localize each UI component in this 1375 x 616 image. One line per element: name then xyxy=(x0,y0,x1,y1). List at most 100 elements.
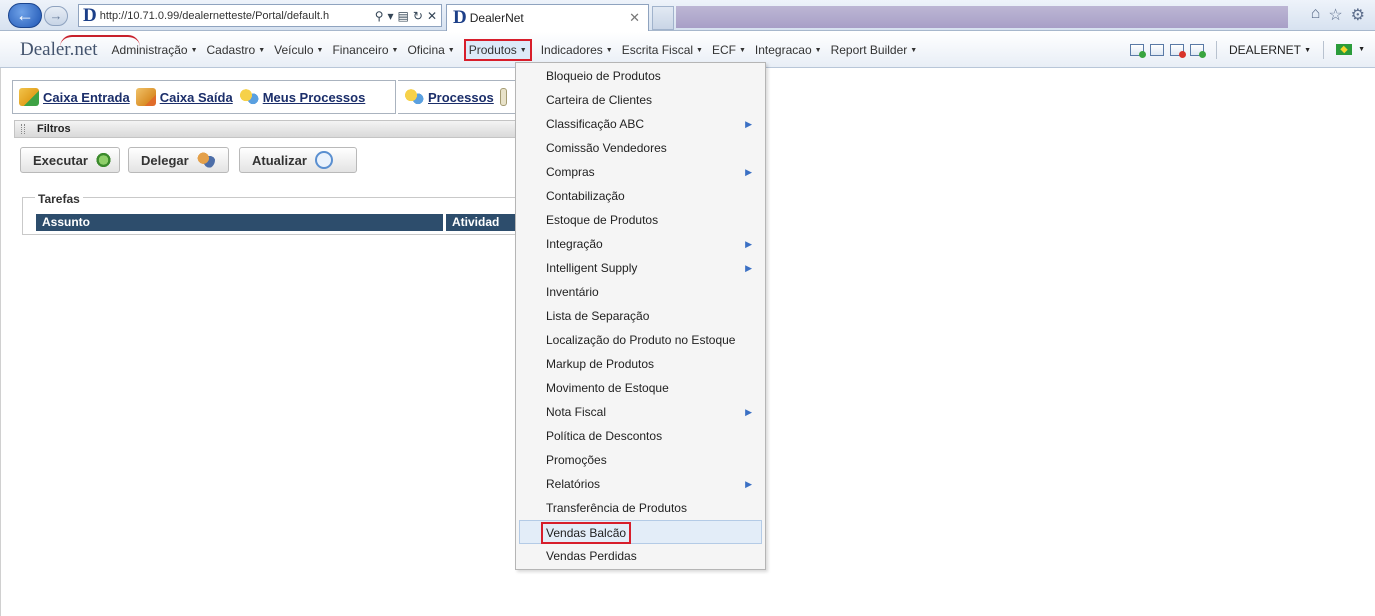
outbox-icon xyxy=(135,88,156,106)
atualizar-button[interactable]: Atualizar xyxy=(239,147,357,173)
home-icon[interactable]: ⌂ xyxy=(1311,5,1321,25)
submenu-arrow-icon: ▶ xyxy=(745,479,752,489)
dropdown-item-19[interactable]: Vendas Balcão xyxy=(519,520,762,544)
execute-gear-icon xyxy=(95,151,111,169)
tab-favicon-icon: D xyxy=(453,7,467,28)
window-close-icon[interactable] xyxy=(1169,43,1186,58)
caret-down-icon: ▼ xyxy=(316,46,324,54)
tasks-title: Tarefas xyxy=(35,192,83,206)
caret-down-icon: ▼ xyxy=(447,46,455,54)
browser-chrome: ← → D http://10.71.0.99/dealernetteste/P… xyxy=(0,0,1375,31)
tab-title: DealerNet xyxy=(469,11,524,25)
caixa-entrada-link[interactable]: Caixa Entrada xyxy=(19,88,130,106)
gears-icon xyxy=(404,88,424,106)
star-icon[interactable]: ☆ xyxy=(1328,5,1342,25)
users-icon xyxy=(196,151,215,169)
dropdown-item-10[interactable]: Lista de Separação xyxy=(516,304,765,328)
submenu-arrow-icon: ▶ xyxy=(745,263,752,273)
menu-item-5[interactable]: Produtos ▼ xyxy=(463,38,532,61)
caret-down-icon: ▼ xyxy=(910,46,918,54)
dropdown-item-15[interactable]: Política de Descontos xyxy=(516,424,765,448)
dropdown-item-16[interactable]: Promoções xyxy=(516,448,765,472)
menu-item-9[interactable]: Integracao ▼ xyxy=(755,43,822,57)
compat-view-icon[interactable]: ▤ xyxy=(398,9,409,23)
tasks-table-header: Assunto Atividad xyxy=(33,214,517,231)
browser-tab[interactable]: D DealerNet ✕ xyxy=(446,4,649,31)
forward-arrow-icon[interactable]: → xyxy=(44,6,68,26)
dropdown-arrow-icon[interactable]: ▾ xyxy=(388,9,394,23)
caret-down-icon: ▼ xyxy=(738,46,746,54)
caret-down-icon: ▼ xyxy=(696,46,703,54)
caret-down-icon: ▼ xyxy=(391,46,399,54)
dropdown-item-2[interactable]: Classificação ABC ▶ xyxy=(516,112,765,136)
address-bar[interactable]: D http://10.71.0.99/dealernetteste/Porta… xyxy=(78,4,442,27)
close-tab-icon[interactable]: ✕ xyxy=(629,10,640,26)
dropdown-item-11[interactable]: Localização do Produto no Estoque xyxy=(516,328,765,352)
dropdown-item-17[interactable]: Relatórios ▶ xyxy=(516,472,765,496)
caixa-saida-link[interactable]: Caixa Saída xyxy=(135,88,233,106)
menu-item-6[interactable]: Indicadores ▼ xyxy=(541,43,613,57)
dropdown-item-18[interactable]: Transferência de Produtos xyxy=(516,496,765,520)
menu-item-8[interactable]: ECF ▼ xyxy=(712,43,746,57)
gear-icon[interactable]: ⚙ xyxy=(1351,5,1365,25)
dropdown-item-20[interactable]: Vendas Perdidas xyxy=(516,544,765,568)
menu-item-4[interactable]: Oficina ▼ xyxy=(407,43,454,57)
submenu-arrow-icon: ▶ xyxy=(745,167,752,177)
search-icon[interactable]: ⚲ xyxy=(375,9,384,23)
dropdown-item-13[interactable]: Movimento de Estoque xyxy=(516,376,765,400)
language-caret-icon[interactable]: ▼ xyxy=(1358,46,1365,53)
document-icon xyxy=(499,88,507,106)
back-arrow-icon[interactable]: ← xyxy=(8,3,42,28)
stop-icon[interactable]: ✕ xyxy=(427,9,437,23)
inbox-icon xyxy=(19,88,39,106)
caret-down-icon: ▼ xyxy=(814,46,822,54)
window-refresh-icon[interactable] xyxy=(1189,43,1206,58)
user-menu[interactable]: DEALERNET ▼ xyxy=(1229,43,1311,57)
app-logo[interactable]: Dealer.net xyxy=(20,34,140,61)
process-toolbar: Caixa Entrada Caixa Saída Meus Processos… xyxy=(12,80,528,114)
submenu-arrow-icon: ▶ xyxy=(745,119,752,129)
dropdown-item-8[interactable]: Intelligent Supply ▶ xyxy=(516,256,765,280)
menu-item-7[interactable]: Escrita Fiscal ▼ xyxy=(622,43,703,57)
executar-button[interactable]: Executar xyxy=(20,147,120,173)
column-atividade[interactable]: Atividad xyxy=(443,214,517,231)
caret-down-icon: ▼ xyxy=(190,46,198,54)
tasks-panel: Tarefas Assunto Atividad xyxy=(22,192,517,235)
refresh-icon[interactable]: ↻ xyxy=(413,9,423,23)
dropdown-item-12[interactable]: Markup de Produtos xyxy=(516,352,765,376)
caret-down-icon: ▼ xyxy=(605,46,613,54)
dropdown-item-3[interactable]: Comissão Vendedores xyxy=(516,136,765,160)
main-menu: Administração ▼ Cadastro ▼ Veículo ▼ Financeir… xyxy=(112,38,927,61)
column-assunto[interactable]: Assunto xyxy=(33,214,443,231)
meus-processos-link[interactable]: Meus Processos xyxy=(238,88,365,106)
dropdown-item-4[interactable]: Compras ▶ xyxy=(516,160,765,184)
produtos-dropdown-menu: Bloqueio de Produtos Carteira de Clientes… xyxy=(515,62,766,570)
processos-link[interactable]: Processos xyxy=(404,88,494,106)
dropdown-item-14[interactable]: Nota Fiscal ▶ xyxy=(516,400,765,424)
filters-bar[interactable]: Filtros xyxy=(14,120,516,138)
window-restore-icon[interactable] xyxy=(1149,43,1164,56)
tab-strip xyxy=(676,6,1288,28)
menu-item-1[interactable]: Cadastro ▼ xyxy=(207,43,266,57)
brazil-flag-icon[interactable] xyxy=(1336,44,1353,55)
delegar-button[interactable]: Delegar xyxy=(128,147,229,173)
dropdown-item-5[interactable]: Contabilização xyxy=(516,184,765,208)
caret-down-icon: ▼ xyxy=(258,46,266,54)
dropdown-item-7[interactable]: Integração ▶ xyxy=(516,232,765,256)
gears-icon xyxy=(238,88,259,106)
dropdown-item-0[interactable]: Bloqueio de Produtos xyxy=(516,64,765,88)
dropdown-item-6[interactable]: Estoque de Produtos xyxy=(516,208,765,232)
dropdown-item-9[interactable]: Inventário xyxy=(516,280,765,304)
address-url[interactable]: http://10.71.0.99/dealernetteste/Portal/… xyxy=(100,10,329,22)
caret-down-icon: ▼ xyxy=(519,46,527,54)
submenu-arrow-icon: ▶ xyxy=(745,407,752,417)
menu-item-10[interactable]: Report Builder ▼ xyxy=(831,43,918,57)
menu-item-3[interactable]: Financeiro ▼ xyxy=(332,43,398,57)
magnifier-icon xyxy=(314,151,333,169)
window-add-icon[interactable] xyxy=(1129,43,1146,58)
site-favicon-icon: D xyxy=(83,4,97,26)
dropdown-item-1[interactable]: Carteira de Clientes xyxy=(516,88,765,112)
menu-item-2[interactable]: Veículo ▼ xyxy=(274,43,323,57)
submenu-arrow-icon: ▶ xyxy=(745,239,752,249)
new-tab-button[interactable] xyxy=(652,6,674,30)
